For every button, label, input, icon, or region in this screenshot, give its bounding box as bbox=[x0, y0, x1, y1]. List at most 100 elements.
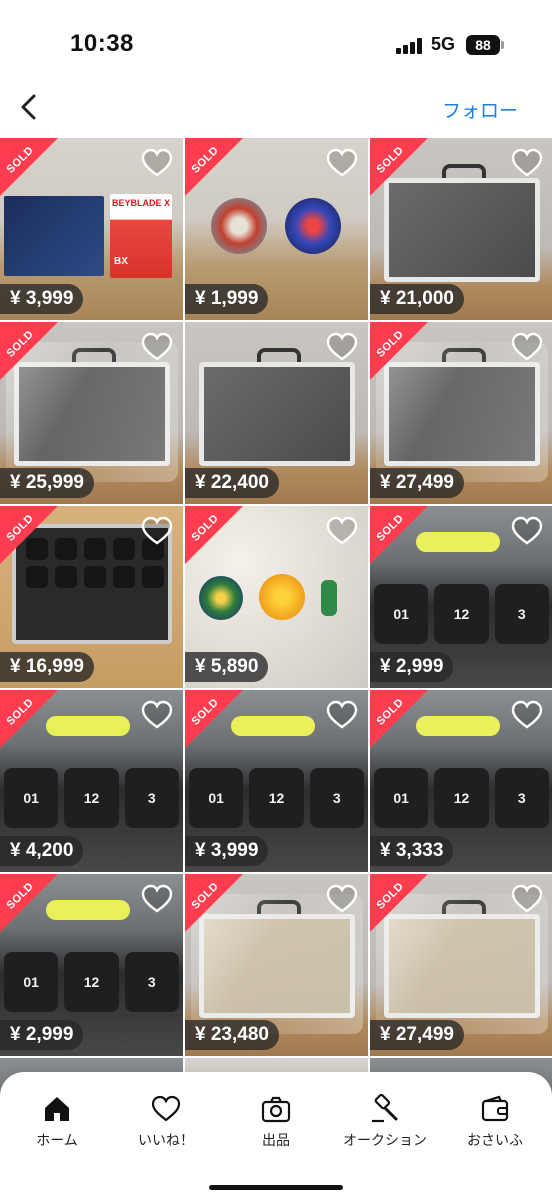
product-card[interactable]: 01 12 3 SOLD ¥ 3,333 bbox=[370, 690, 552, 872]
price-label: ¥ 27,499 bbox=[370, 1020, 464, 1050]
product-card[interactable]: 01 12 3 SOLD ¥ 3,999 bbox=[185, 690, 368, 872]
network-label: 5G bbox=[431, 34, 456, 54]
like-button[interactable] bbox=[511, 700, 543, 730]
product-card[interactable]: 01 12 3 SOLD ¥ 2,999 bbox=[370, 506, 552, 688]
like-button[interactable] bbox=[141, 516, 173, 546]
price-label: ¥ 3,999 bbox=[185, 836, 269, 866]
bey-green bbox=[199, 576, 243, 620]
gavel-icon bbox=[372, 1094, 398, 1123]
product-card[interactable]: SOLD ¥ 27,499 bbox=[370, 874, 552, 1056]
tab-auction[interactable]: オークション bbox=[330, 1094, 440, 1154]
heart-icon bbox=[326, 516, 358, 545]
back-button[interactable] bbox=[14, 90, 46, 124]
price-label: ¥ 16,999 bbox=[0, 652, 94, 682]
heart-icon bbox=[511, 148, 543, 177]
product-card[interactable]: SOLD ¥ 23,480 bbox=[185, 874, 368, 1056]
product-card[interactable]: SOLD ¥ 25,999 bbox=[0, 322, 183, 504]
heart-icon bbox=[141, 332, 173, 361]
like-button[interactable] bbox=[326, 700, 358, 730]
battery-tip bbox=[501, 41, 504, 49]
like-button[interactable] bbox=[326, 884, 358, 914]
heart-icon bbox=[141, 884, 173, 913]
product-card[interactable]: SOLD ¥ 5,890 bbox=[185, 506, 368, 688]
like-button[interactable] bbox=[511, 884, 543, 914]
tray-slot: 01 bbox=[189, 768, 244, 828]
product-card[interactable]: 01 12 3 SOLD ¥ 2,999 bbox=[0, 874, 183, 1056]
tray-slot: 12 bbox=[434, 584, 489, 644]
tray-slot: 01 bbox=[4, 952, 59, 1012]
product-card[interactable]: SOLD ¥ 21,000 bbox=[370, 138, 552, 320]
product-card[interactable]: SOLD ¥ 27,499 bbox=[370, 322, 552, 504]
like-button[interactable] bbox=[141, 884, 173, 914]
like-button[interactable] bbox=[326, 148, 358, 178]
box-brand-text: BEYBLADE X bbox=[111, 198, 170, 208]
follow-button[interactable]: フォロー bbox=[442, 96, 518, 123]
tray-slot: 3 bbox=[494, 768, 549, 828]
heart-icon bbox=[141, 516, 173, 545]
tray-slot: 12 bbox=[64, 952, 119, 1012]
tray-slot: 12 bbox=[249, 768, 304, 828]
product-box: BEYBLADE X BX bbox=[110, 194, 172, 278]
bey-group bbox=[205, 198, 350, 258]
like-button[interactable] bbox=[511, 332, 543, 362]
tray-slot: 3 bbox=[309, 768, 364, 828]
like-button[interactable] bbox=[141, 332, 173, 362]
tab-likes[interactable]: いいね！ bbox=[111, 1094, 221, 1154]
tray-slot: 01 bbox=[4, 768, 59, 828]
price-label: ¥ 23,480 bbox=[185, 1020, 279, 1050]
case-body bbox=[199, 362, 355, 466]
product-card[interactable]: SOLD ¥ 1,999 bbox=[185, 138, 368, 320]
tab-home[interactable]: ホーム bbox=[2, 1094, 112, 1154]
nav-bar: フォロー bbox=[0, 80, 552, 138]
price-label: ¥ 2,999 bbox=[0, 1020, 84, 1050]
box-sub-text: BX bbox=[114, 256, 128, 267]
price-label: ¥ 27,499 bbox=[370, 468, 464, 498]
case-handle bbox=[46, 900, 130, 920]
like-button[interactable] bbox=[326, 332, 358, 362]
product-card[interactable]: BEYBLADE X BX SOLD ¥ 3,999 bbox=[0, 138, 183, 320]
heart-icon bbox=[511, 332, 543, 361]
tab-label: いいね！ bbox=[138, 1132, 194, 1148]
bey-ring bbox=[259, 574, 305, 620]
bey-driver bbox=[321, 580, 337, 616]
product-card[interactable]: ¥ 22,400 bbox=[185, 322, 368, 504]
tab-sell[interactable]: 出品 bbox=[221, 1094, 331, 1154]
tab-label: 出品 bbox=[262, 1132, 290, 1148]
tray-slot: 3 bbox=[124, 768, 179, 828]
poster-image bbox=[4, 196, 104, 276]
tray-slot: 01 bbox=[374, 768, 429, 828]
price-label: ¥ 3,999 bbox=[0, 284, 84, 314]
tray-row: 01 12 3 bbox=[0, 768, 183, 828]
tab-label: オークション bbox=[343, 1132, 427, 1148]
tray-slot: 3 bbox=[494, 584, 549, 644]
tab-wallet[interactable]: おさいふ bbox=[440, 1094, 550, 1154]
home-indicator bbox=[209, 1185, 343, 1190]
heart-icon bbox=[141, 148, 173, 177]
case-handle bbox=[231, 716, 315, 736]
like-button[interactable] bbox=[141, 700, 173, 730]
heart-icon bbox=[326, 332, 358, 361]
tab-bar: ホーム いいね！ 出品 オークション おさいふ bbox=[0, 1072, 552, 1200]
heart-icon bbox=[141, 700, 173, 729]
price-label: ¥ 1,999 bbox=[185, 284, 269, 314]
battery-icon: 88 bbox=[466, 35, 500, 55]
camera-icon bbox=[261, 1096, 291, 1123]
home-icon bbox=[45, 1097, 69, 1121]
product-grid: BEYBLADE X BX SOLD ¥ 3,999 SOLD ¥ 1,999 SOLD ¥ … bbox=[0, 138, 552, 1138]
product-card[interactable]: 01 12 3 SOLD ¥ 4,200 bbox=[0, 690, 183, 872]
heart-icon bbox=[511, 516, 543, 545]
price-label: ¥ 5,890 bbox=[185, 652, 269, 682]
price-label: ¥ 2,999 bbox=[370, 652, 454, 682]
heart-icon bbox=[326, 148, 358, 177]
product-card[interactable]: SOLD ¥ 16,999 bbox=[0, 506, 183, 688]
price-label: ¥ 22,400 bbox=[185, 468, 279, 498]
price-label: ¥ 21,000 bbox=[370, 284, 464, 314]
heart-icon bbox=[511, 884, 543, 913]
tray-row: 01 12 3 bbox=[185, 768, 368, 828]
like-button[interactable] bbox=[511, 148, 543, 178]
like-button[interactable] bbox=[141, 148, 173, 178]
like-button[interactable] bbox=[326, 516, 358, 546]
like-button[interactable] bbox=[511, 516, 543, 546]
heart-icon bbox=[326, 884, 358, 913]
case-handle bbox=[416, 716, 500, 736]
